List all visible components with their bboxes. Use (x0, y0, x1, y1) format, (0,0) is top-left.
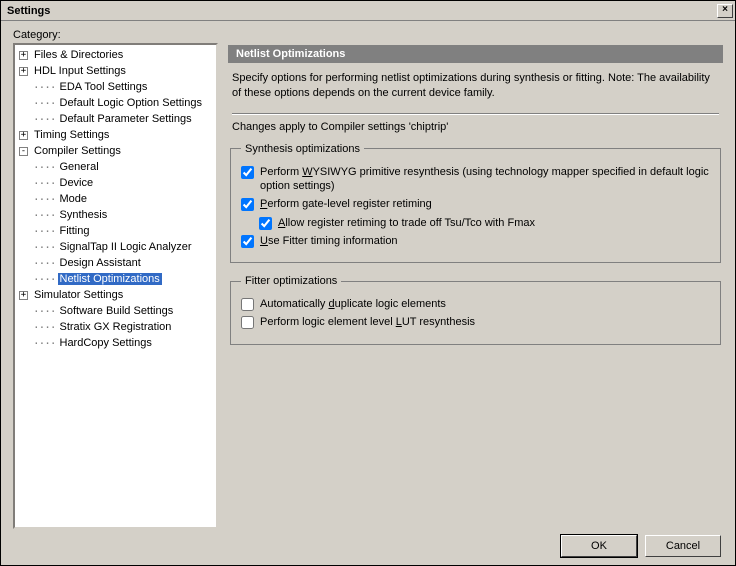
fitter-legend: Fitter optimizations (241, 275, 341, 287)
checkbox-row-allow: Allow register retiming to trade off Tsu… (259, 216, 710, 230)
tree-item[interactable]: ····Fitting (17, 223, 214, 239)
close-button[interactable]: × (717, 4, 733, 18)
tree-connector-icon: ···· (33, 97, 56, 110)
button-row: OK Cancel (13, 529, 723, 559)
tree-item[interactable]: ····Stratix GX Registration (17, 319, 214, 335)
tree-item-label: Stratix GX Registration (58, 321, 174, 333)
label-allow-tradeoff[interactable]: Allow register retiming to trade off Tsu… (278, 216, 535, 230)
tree-item[interactable]: ····Netlist Optimizations (17, 271, 214, 287)
tree-connector-icon: ···· (33, 113, 56, 126)
tree-item-label: Netlist Optimizations (58, 273, 162, 285)
tree-item[interactable]: ····Software Build Settings (17, 303, 214, 319)
label-wysiwyg[interactable]: Perform WYSIWYG primitive resynthesis (u… (260, 165, 710, 194)
tree-item[interactable]: + Files & Directories (17, 47, 214, 63)
tree-item[interactable]: ····General (17, 159, 214, 175)
panel-header: Netlist Optimizations (228, 45, 723, 63)
checkbox-row-gate: Perform gate-level register retiming (241, 197, 710, 211)
tree-connector-icon: ···· (33, 337, 56, 350)
label-use-fitter[interactable]: Use Fitter timing information (260, 234, 398, 248)
tree-connector-icon: ···· (33, 209, 56, 222)
expand-icon[interactable]: + (19, 51, 28, 60)
expand-icon[interactable]: + (19, 291, 28, 300)
checkbox-gate-retiming[interactable] (241, 198, 254, 211)
checkbox-use-fitter[interactable] (241, 235, 254, 248)
tree-item[interactable]: ····Design Assistant (17, 255, 214, 271)
tree-item-label: Default Parameter Settings (58, 113, 194, 125)
category-tree[interactable]: + Files & Directories + HDL Input Settings ·… (13, 43, 218, 529)
tree-item-label: Software Build Settings (58, 305, 176, 317)
checkbox-row-autodup: Automatically duplicate logic elements (241, 297, 710, 311)
settings-window: Settings × Category: + Files & Directorie… (0, 0, 736, 566)
tree-item-label: Files & Directories (32, 49, 125, 61)
label-lut-resynth[interactable]: Perform logic element level LUT resynthe… (260, 315, 475, 329)
label-auto-duplicate[interactable]: Automatically duplicate logic elements (260, 297, 446, 311)
checkbox-row-wysiwyg: Perform WYSIWYG primitive resynthesis (u… (241, 165, 710, 194)
tree-item-label: EDA Tool Settings (58, 81, 150, 93)
tree-item[interactable]: + Simulator Settings (17, 287, 214, 303)
tree-item[interactable]: + Timing Settings (17, 127, 214, 143)
checkbox-wysiwyg[interactable] (241, 166, 254, 179)
tree-connector-icon: ···· (33, 225, 56, 238)
options-panel: Netlist Optimizations Specify options fo… (228, 45, 723, 529)
cancel-button[interactable]: Cancel (645, 535, 721, 557)
tree-connector-icon: ···· (33, 305, 56, 318)
tree-item-label: Default Logic Option Settings (58, 97, 204, 109)
tree-item-label: Synthesis (58, 209, 110, 221)
category-panel: Category: + Files & Directories + HDL Input… (13, 29, 218, 529)
checkbox-allow-tradeoff[interactable] (259, 217, 272, 230)
tree-item-label: Simulator Settings (32, 289, 125, 301)
expand-icon[interactable]: + (19, 131, 28, 140)
panel-subdescription: Changes apply to Compiler settings 'chip… (228, 121, 723, 139)
synthesis-group: Synthesis optimizations Perform WYSIWYG … (230, 143, 721, 263)
tree-item[interactable]: ····Default Logic Option Settings (17, 95, 214, 111)
tree-item-label: SignalTap II Logic Analyzer (58, 241, 194, 253)
tree-item-label: HardCopy Settings (58, 337, 154, 349)
tree-connector-icon: ···· (33, 257, 56, 270)
tree-item-label: General (58, 161, 101, 173)
fitter-group: Fitter optimizations Automatically dupli… (230, 275, 721, 345)
checkbox-row-lut: Perform logic element level LUT resynthe… (241, 315, 710, 329)
label-gate-retiming[interactable]: Perform gate-level register retiming (260, 197, 432, 211)
window-title: Settings (7, 5, 50, 17)
tree-item-label: Compiler Settings (32, 145, 123, 157)
content-area: Category: + Files & Directories + HDL Input… (13, 29, 723, 529)
tree-item-label: HDL Input Settings (32, 65, 128, 77)
expand-icon[interactable]: + (19, 67, 28, 76)
checkbox-lut-resynth[interactable] (241, 316, 254, 329)
separator (232, 113, 719, 115)
tree-item[interactable]: ····Device (17, 175, 214, 191)
tree-item[interactable]: ····Mode (17, 191, 214, 207)
tree-item[interactable]: ····SignalTap II Logic Analyzer (17, 239, 214, 255)
tree-connector-icon: ···· (33, 193, 56, 206)
tree-connector-icon: ···· (33, 161, 56, 174)
tree-item[interactable]: -Compiler Settings (17, 143, 214, 159)
tree-item-label: Timing Settings (32, 129, 111, 141)
tree-connector-icon: ···· (33, 81, 56, 94)
tree-item[interactable]: ····EDA Tool Settings (17, 79, 214, 95)
tree-connector-icon: ···· (33, 177, 56, 190)
tree-item[interactable]: ····HardCopy Settings (17, 335, 214, 351)
tree-item[interactable]: ····Default Parameter Settings (17, 111, 214, 127)
synthesis-legend: Synthesis optimizations (241, 143, 364, 155)
category-label: Category: (13, 29, 218, 41)
titlebar: Settings × (1, 1, 735, 21)
checkbox-row-usefitter: Use Fitter timing information (241, 234, 710, 248)
panel-description: Specify options for performing netlist o… (228, 63, 723, 111)
tree-item-label: Device (58, 177, 96, 189)
tree-item-label: Fitting (58, 225, 92, 237)
collapse-icon[interactable]: - (19, 147, 28, 156)
tree-connector-icon: ···· (33, 241, 56, 254)
checkbox-auto-duplicate[interactable] (241, 298, 254, 311)
tree-item[interactable]: ····Synthesis (17, 207, 214, 223)
tree-item[interactable]: + HDL Input Settings (17, 63, 214, 79)
ok-button[interactable]: OK (561, 535, 637, 557)
tree-connector-icon: ···· (33, 321, 56, 334)
tree-item-label: Mode (58, 193, 90, 205)
tree-connector-icon: ···· (33, 273, 56, 286)
tree-item-label: Design Assistant (58, 257, 143, 269)
window-body: Category: + Files & Directories + HDL Input… (1, 21, 735, 565)
